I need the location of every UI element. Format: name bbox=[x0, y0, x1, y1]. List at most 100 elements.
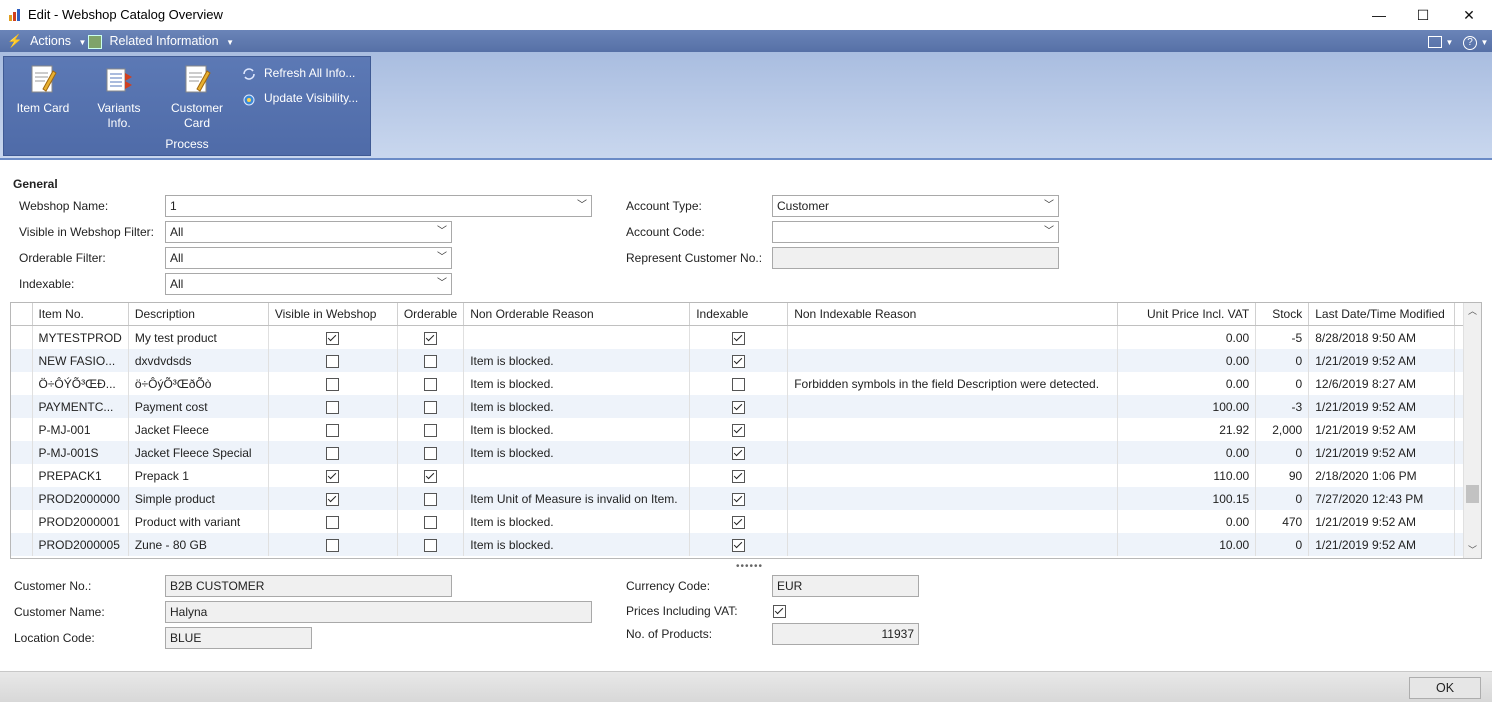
stock-cell[interactable]: -5 bbox=[1255, 325, 1310, 349]
webshop-name-select[interactable]: 1 ﹀ bbox=[165, 195, 592, 217]
indexable-checkbox[interactable] bbox=[732, 377, 746, 391]
splitter-handle[interactable]: •••••• bbox=[736, 561, 763, 572]
orderable-checkbox[interactable] bbox=[424, 400, 438, 414]
unit-price-cell[interactable]: 21.92 bbox=[1117, 418, 1257, 441]
description-cell[interactable]: Jacket Fleece bbox=[128, 418, 269, 441]
unit-price-cell[interactable]: 100.15 bbox=[1117, 487, 1257, 510]
last-modified-cell[interactable]: 1/21/2019 9:52 AM bbox=[1308, 441, 1456, 464]
non-indexable-reason-cell[interactable] bbox=[787, 349, 1119, 372]
indexable-checkbox-cell[interactable] bbox=[689, 510, 789, 533]
visible-checkbox[interactable] bbox=[326, 423, 340, 437]
orderable-checkbox-cell[interactable] bbox=[397, 418, 465, 441]
row-selector[interactable] bbox=[11, 533, 33, 556]
indexable-checkbox-cell[interactable] bbox=[689, 533, 789, 556]
visible-checkbox[interactable] bbox=[326, 400, 340, 414]
indexable-checkbox[interactable] bbox=[732, 538, 746, 552]
actions-menu[interactable]: ⚡ Actions ▼ bbox=[7, 33, 86, 49]
column-header[interactable]: Non Orderable Reason bbox=[463, 303, 691, 326]
non-orderable-reason-cell[interactable]: Item is blocked. bbox=[463, 510, 691, 533]
table-row[interactable]: PROD2000005 Zune - 80 GB Item is blocked. 1… bbox=[11, 533, 1473, 556]
non-indexable-reason-cell[interactable] bbox=[787, 533, 1119, 556]
row-selector[interactable] bbox=[11, 395, 33, 418]
indexable-checkbox-cell[interactable] bbox=[689, 418, 789, 441]
ok-button[interactable]: OK bbox=[1409, 677, 1481, 699]
no-of-products-field[interactable]: 11937 bbox=[772, 623, 919, 645]
column-header[interactable]: Orderable bbox=[397, 303, 465, 326]
indexable-checkbox[interactable] bbox=[732, 423, 746, 437]
visible-checkbox[interactable] bbox=[326, 331, 340, 345]
item-no-cell[interactable]: P-MJ-001S bbox=[32, 441, 129, 464]
description-cell[interactable]: Zune - 80 GB bbox=[128, 533, 269, 556]
unit-price-cell[interactable]: 0.00 bbox=[1117, 372, 1257, 395]
orderable-checkbox-cell[interactable] bbox=[397, 533, 465, 556]
orderable-filter-select[interactable]: All ﹀ bbox=[165, 247, 452, 269]
item-no-cell[interactable]: PROD2000000 bbox=[32, 487, 129, 510]
indexable-checkbox[interactable] bbox=[732, 331, 746, 345]
row-selector[interactable] bbox=[11, 487, 33, 510]
visible-checkbox[interactable] bbox=[326, 446, 340, 460]
non-orderable-reason-cell[interactable]: Item Unit of Measure is invalid on Item. bbox=[463, 487, 691, 510]
orderable-checkbox[interactable] bbox=[424, 469, 438, 483]
description-cell[interactable]: Product with variant bbox=[128, 510, 269, 533]
minimize-button[interactable]: — bbox=[1364, 4, 1394, 26]
stock-cell[interactable]: 0 bbox=[1255, 372, 1310, 395]
unit-price-cell[interactable]: 0.00 bbox=[1117, 325, 1257, 349]
last-modified-cell[interactable]: 1/21/2019 9:52 AM bbox=[1308, 349, 1456, 372]
last-modified-cell[interactable]: 1/21/2019 9:52 AM bbox=[1308, 510, 1456, 533]
unit-price-cell[interactable]: 0.00 bbox=[1117, 510, 1257, 533]
scroll-up-icon[interactable]: ︿ bbox=[1464, 303, 1481, 319]
orderable-checkbox-cell[interactable] bbox=[397, 441, 465, 464]
help-menu[interactable]: ? ▼ bbox=[1463, 33, 1488, 50]
last-modified-cell[interactable]: 1/21/2019 9:52 AM bbox=[1308, 533, 1456, 556]
row-selector[interactable] bbox=[11, 372, 33, 395]
orderable-checkbox[interactable] bbox=[424, 515, 438, 529]
description-cell[interactable]: Prepack 1 bbox=[128, 464, 269, 487]
stock-cell[interactable]: 90 bbox=[1255, 464, 1310, 487]
indexable-checkbox-cell[interactable] bbox=[689, 372, 789, 395]
last-modified-cell[interactable]: 8/28/2018 9:50 AM bbox=[1308, 325, 1456, 349]
last-modified-cell[interactable]: 1/21/2019 9:52 AM bbox=[1308, 418, 1456, 441]
item-no-cell[interactable]: PROD2000005 bbox=[32, 533, 129, 556]
indexable-checkbox[interactable] bbox=[732, 400, 746, 414]
maximize-button[interactable]: ☐ bbox=[1408, 4, 1438, 26]
account-code-select[interactable]: ﹀ bbox=[772, 221, 1059, 243]
indexable-checkbox-cell[interactable] bbox=[689, 395, 789, 418]
description-cell[interactable]: Jacket Fleece Special bbox=[128, 441, 269, 464]
description-cell[interactable]: My test product bbox=[128, 325, 269, 349]
item-no-cell[interactable]: P-MJ-001 bbox=[32, 418, 129, 441]
row-selector[interactable] bbox=[11, 441, 33, 464]
unit-price-cell[interactable]: 0.00 bbox=[1117, 441, 1257, 464]
close-button[interactable]: ✕ bbox=[1454, 4, 1484, 26]
description-cell[interactable]: Simple product bbox=[128, 487, 269, 510]
item-no-cell[interactable]: PREPACK1 bbox=[32, 464, 129, 487]
non-indexable-reason-cell[interactable] bbox=[787, 464, 1119, 487]
visible-checkbox[interactable] bbox=[326, 354, 340, 368]
indexable-checkbox-cell[interactable] bbox=[689, 441, 789, 464]
visible-filter-select[interactable]: All ﹀ bbox=[165, 221, 452, 243]
stock-cell[interactable]: 470 bbox=[1255, 510, 1310, 533]
orderable-checkbox-cell[interactable] bbox=[397, 349, 465, 372]
column-header[interactable]: Item No. bbox=[32, 303, 129, 326]
row-selector-header[interactable] bbox=[11, 303, 33, 326]
orderable-checkbox[interactable] bbox=[424, 377, 438, 391]
table-row[interactable]: Ö÷ÔÝÕ³ŒÐ... ö÷ÔýÕ³ŒðÕò Item is blocked. For… bbox=[11, 372, 1473, 395]
indexable-checkbox[interactable] bbox=[732, 515, 746, 529]
non-orderable-reason-cell[interactable] bbox=[463, 325, 691, 349]
non-orderable-reason-cell[interactable]: Item is blocked. bbox=[463, 441, 691, 464]
indexable-checkbox-cell[interactable] bbox=[689, 464, 789, 487]
orderable-checkbox-cell[interactable] bbox=[397, 464, 465, 487]
row-selector[interactable] bbox=[11, 349, 33, 372]
column-header[interactable]: Unit Price Incl. VAT bbox=[1117, 303, 1257, 326]
last-modified-cell[interactable]: 7/27/2020 12:43 PM bbox=[1308, 487, 1456, 510]
layout-menu[interactable]: ▼ bbox=[1428, 33, 1453, 49]
column-header[interactable]: Stock bbox=[1255, 303, 1310, 326]
non-indexable-reason-cell[interactable] bbox=[787, 325, 1119, 349]
item-card-button[interactable]: Item Card bbox=[14, 63, 72, 116]
non-orderable-reason-cell[interactable] bbox=[463, 464, 691, 487]
item-no-cell[interactable]: PROD2000001 bbox=[32, 510, 129, 533]
customer-card-button[interactable]: Customer Card bbox=[168, 63, 226, 131]
indexable-checkbox[interactable] bbox=[732, 469, 746, 483]
orderable-checkbox-cell[interactable] bbox=[397, 325, 465, 349]
non-orderable-reason-cell[interactable]: Item is blocked. bbox=[463, 533, 691, 556]
non-indexable-reason-cell[interactable] bbox=[787, 487, 1119, 510]
